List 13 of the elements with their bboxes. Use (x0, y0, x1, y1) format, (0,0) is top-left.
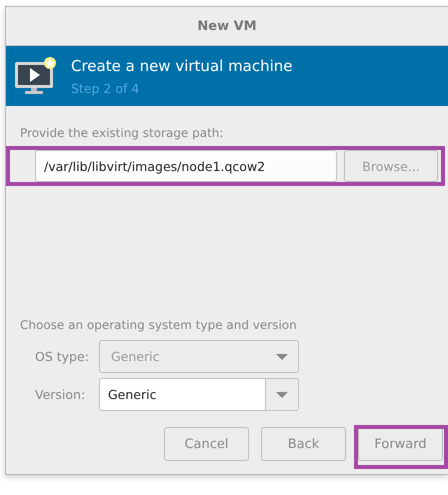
monitor-play-icon (14, 56, 58, 96)
caret-icon (276, 354, 288, 360)
storage-path-label: Provide the existing storage path: (20, 126, 224, 140)
dialog-button[interactable]: Forward (358, 427, 443, 461)
window-title: New VM (197, 18, 257, 34)
wizard-title: Create a new virtual machine (71, 56, 293, 74)
os-section-label: Choose an operating system type and version (20, 318, 298, 332)
field-label: Version: (35, 387, 86, 402)
step-indicator: Step 2 of 4 (71, 80, 140, 96)
storage-path-field[interactable]: /var/lib/libvirt/images/node1.qcow2 (35, 150, 337, 182)
dialog-button[interactable]: Cancel (164, 427, 249, 461)
dialog-button[interactable]: Back (261, 427, 346, 461)
field-label: OS type: (35, 349, 90, 364)
